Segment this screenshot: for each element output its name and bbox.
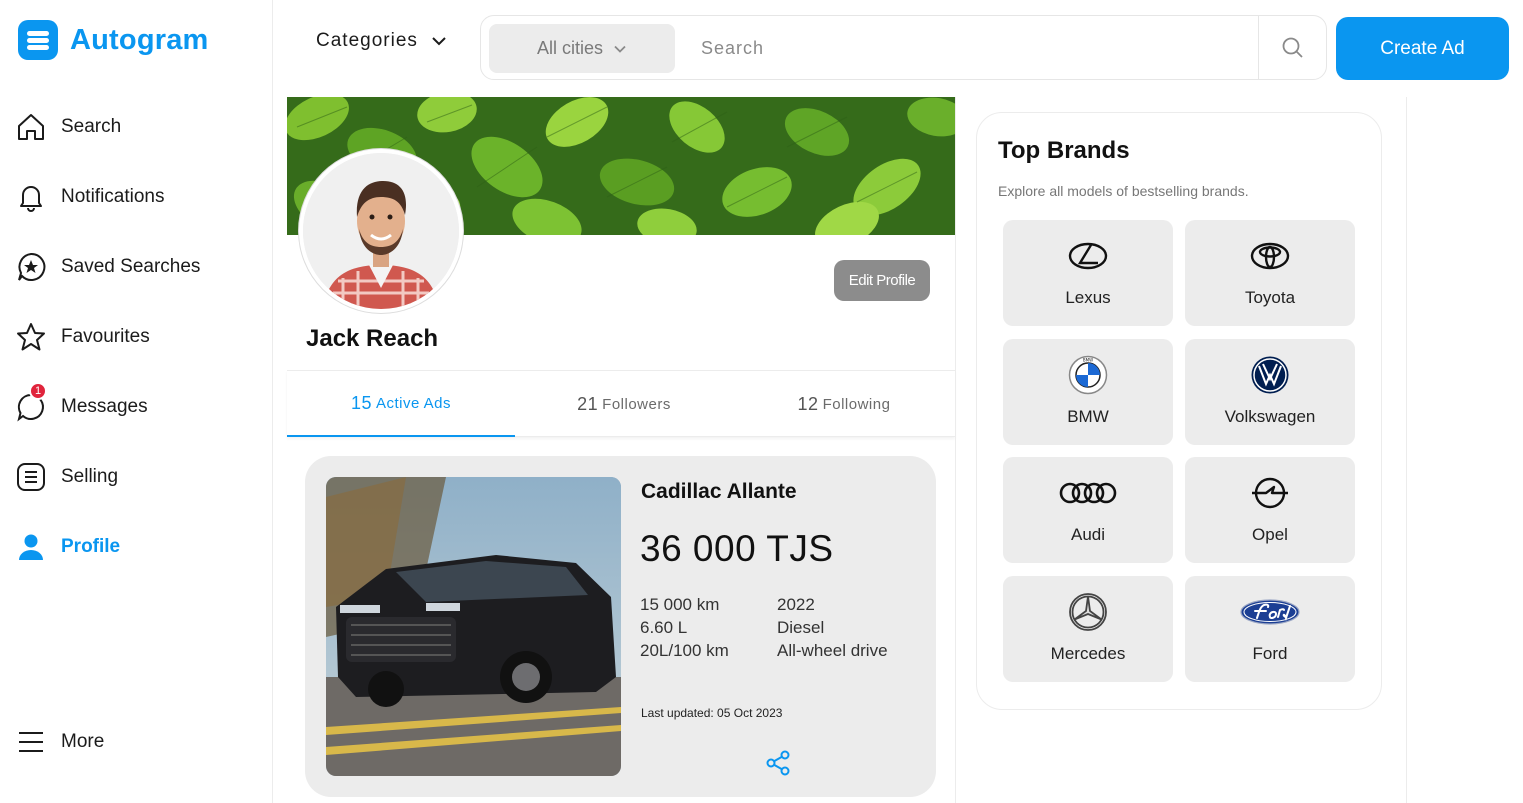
ad-fuel: Diesel (777, 618, 825, 637)
opel-logo-icon (1252, 477, 1288, 509)
autogram-logo-icon (18, 20, 58, 60)
search-button[interactable] (1258, 16, 1326, 79)
sidebar-item-search[interactable]: Search (15, 102, 255, 152)
sidebar-item-label: More (61, 731, 105, 752)
tab-label: Following (822, 395, 891, 413)
tab-following[interactable]: 12 Following (733, 371, 955, 437)
categories-label: Categories (316, 30, 418, 51)
sidebar-item-profile[interactable]: Profile (15, 522, 255, 572)
brand-label: Ford (1252, 644, 1288, 663)
ford-logo-icon (1240, 599, 1300, 625)
star-chat-icon (18, 252, 46, 281)
chevron-down-icon (432, 37, 446, 46)
sidebar-item-notifications[interactable]: Notifications (15, 172, 255, 222)
sidebar-item-label: Favourites (61, 326, 150, 347)
categories-dropdown[interactable]: Categories (316, 30, 448, 52)
tab-label: Followers (602, 395, 671, 413)
tab-followers[interactable]: 21 Followers (515, 371, 733, 437)
brand-mercedes[interactable]: Mercedes (1003, 576, 1173, 682)
sidebar-item-label: Messages (61, 396, 148, 417)
user-icon (19, 534, 43, 560)
brand-label: Audi (1070, 525, 1106, 544)
column-divider (955, 97, 956, 803)
selling-icon (17, 463, 45, 491)
svg-text:BMW: BMW (1083, 358, 1093, 363)
sidebar: Autogram Search Notifications Saved Sear… (0, 0, 273, 803)
ad-consumption: 20L/100 km (640, 641, 729, 660)
brand-label: Volkswagen (1224, 407, 1316, 426)
chevron-down-icon (614, 45, 626, 53)
top-brands-subtitle: Explore all models of bestselling brands… (998, 183, 1249, 199)
ad-mileage: 15 000 km (640, 595, 720, 614)
ad-card[interactable]: Cadillac Allante 36 000 TJS 15 000 km 6.… (305, 456, 936, 797)
ad-year: 2022 (777, 595, 815, 614)
brand-opel[interactable]: Opel (1185, 457, 1355, 563)
bell-icon (20, 186, 42, 212)
profile-name: Jack Reach (306, 325, 439, 352)
sidebar-item-selling[interactable]: Selling (15, 452, 255, 502)
brand-label: Lexus (1065, 288, 1111, 307)
ad-engine: 6.60 L (640, 618, 688, 637)
city-select-label: All cities (536, 38, 603, 58)
brand-audi[interactable]: Audi (1003, 457, 1173, 563)
top-brands-panel: Top Brands Explore all models of bestsel… (976, 112, 1382, 710)
mercedes-logo-icon (1069, 593, 1107, 631)
sidebar-item-label: Search (61, 116, 122, 137)
search-bar: All cities (480, 15, 1327, 80)
avatar-photo (303, 153, 459, 309)
audi-logo-icon (1059, 482, 1117, 504)
brand-ford[interactable]: Ford (1185, 576, 1355, 682)
brand-label: Mercedes (1050, 644, 1126, 663)
brand-label: Opel (1252, 525, 1288, 544)
tab-active-ads[interactable]: 15 Active Ads (287, 371, 515, 437)
toyota-logo-icon (1250, 242, 1290, 270)
bmw-logo-icon: BMW (1068, 355, 1108, 395)
city-select[interactable]: All cities (489, 24, 675, 73)
profile-avatar[interactable] (299, 149, 463, 313)
sidebar-item-more[interactable]: More (15, 717, 255, 767)
profile-panel: Edit Profile Jack Reach 15 Active Ads 21… (287, 97, 955, 803)
sidebar-item-saved-searches[interactable]: Saved Searches (15, 242, 255, 292)
tab-count: 15 (350, 392, 372, 413)
brand-label: BMW (1067, 407, 1109, 426)
unread-badge: 1 (29, 382, 47, 400)
tab-count: 21 (577, 393, 599, 414)
volkswagen-logo-icon (1251, 356, 1289, 394)
car-photo (326, 477, 621, 776)
search-input[interactable] (701, 32, 1241, 64)
brand-label: Toyota (1244, 288, 1296, 307)
share-icon[interactable] (765, 750, 791, 776)
sidebar-item-label: Saved Searches (61, 256, 201, 277)
lexus-logo-icon (1068, 242, 1108, 270)
top-brands-title: Top Brands (998, 137, 1130, 164)
sidebar-item-label: Notifications (61, 186, 165, 207)
brand-volkswagen[interactable]: Volkswagen (1185, 339, 1355, 445)
app-logo[interactable]: Autogram (18, 20, 209, 60)
brand-toyota[interactable]: Toyota (1185, 220, 1355, 326)
menu-icon (19, 732, 43, 752)
ad-photo[interactable] (326, 477, 621, 776)
brand-lexus[interactable]: Lexus (1003, 220, 1173, 326)
sidebar-item-label: Profile (61, 536, 121, 557)
search-icon (1282, 37, 1303, 58)
ad-price: 36 000 TJS (640, 528, 834, 569)
home-icon (18, 114, 44, 140)
brand-bmw[interactable]: BMW BMW (1003, 339, 1173, 445)
star-icon (17, 323, 45, 351)
sidebar-item-messages[interactable]: 1 Messages (15, 382, 255, 432)
column-divider (1406, 97, 1407, 803)
tab-label: Active Ads (375, 394, 452, 412)
sidebar-item-favourites[interactable]: Favourites (15, 312, 255, 362)
top-bar: Categories All cities Create Ad (274, 0, 1523, 97)
profile-tabs: 15 Active Ads 21 Followers 12 Following (287, 370, 955, 437)
tab-count: 12 (797, 393, 819, 414)
edit-profile-button[interactable]: Edit Profile (834, 260, 930, 301)
sidebar-item-label: Selling (61, 466, 119, 487)
ad-drive: All-wheel drive (777, 641, 888, 660)
ad-last-updated: Last updated: 05 Oct 2023 (641, 706, 783, 720)
create-ad-button[interactable]: Create Ad (1336, 17, 1509, 80)
app-name: Autogram (70, 23, 209, 56)
ad-title[interactable]: Cadillac Allante (641, 480, 797, 504)
